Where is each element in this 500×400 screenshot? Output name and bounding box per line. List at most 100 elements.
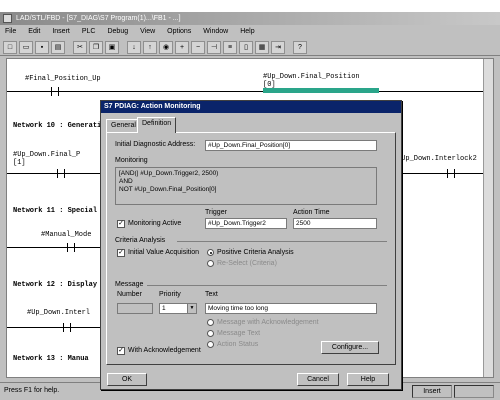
- monitoring-line-3: NOT #Up_Down.Final_Position[0]: [119, 186, 217, 193]
- option-message-ack-radio[interactable]: [207, 319, 214, 326]
- contact-label-final-position-up: #Final_Position_Up: [25, 75, 101, 83]
- action-time-label: Action Time: [293, 209, 330, 216]
- text-label: Text: [205, 291, 218, 298]
- download-icon[interactable]: ↓: [127, 40, 141, 54]
- monitor-icon[interactable]: ◉: [159, 40, 173, 54]
- option-message-ack-label: Message with Acknowledgement: [217, 319, 319, 326]
- menu-help[interactable]: Help: [240, 28, 254, 35]
- trigger-label: Trigger: [205, 209, 227, 216]
- status-mode: Insert: [412, 385, 452, 398]
- initial-value-checkbox[interactable]: ✓: [117, 249, 125, 257]
- contact-final-position-up[interactable]: [51, 87, 59, 96]
- positive-criteria-radio[interactable]: [207, 249, 214, 256]
- contact-n12[interactable]: [63, 323, 71, 332]
- initial-address-label: Initial Diagnostic Address:: [115, 141, 196, 148]
- menu-insert[interactable]: Insert: [52, 28, 70, 35]
- zoom-in-icon[interactable]: +: [175, 40, 189, 54]
- open-block-icon[interactable]: ⇥: [271, 40, 285, 54]
- with-acknowledgement-label: With Acknowledgement: [128, 347, 201, 354]
- initial-address-input[interactable]: #Up_Down.Final_Position[0]: [205, 140, 377, 151]
- menu-edit[interactable]: Edit: [28, 28, 40, 35]
- help-button[interactable]: Help: [347, 373, 389, 386]
- contact-index-n10: [1]: [13, 159, 26, 167]
- cancel-button[interactable]: Cancel: [297, 373, 339, 386]
- contact-label-interlock2: #Up_Down.Interlock2: [397, 155, 477, 163]
- network-10-title: Network 10 : Generation: [13, 122, 110, 130]
- menu-window[interactable]: Window: [203, 28, 228, 35]
- window-title: LAD/STL/FBD - [S7_DIAG\S7 Program(1)...\…: [16, 15, 181, 22]
- positive-criteria-label: Positive Criteria Analysis: [217, 249, 294, 256]
- new-icon[interactable]: □: [3, 40, 17, 54]
- menu-view[interactable]: View: [140, 28, 155, 35]
- trigger-input[interactable]: #Up_Down.Trigger2: [205, 218, 287, 229]
- option-message-text-label: Message Text: [217, 330, 261, 337]
- title-bar: LAD/STL/FBD - [S7_DIAG\S7 Program(1)...\…: [0, 12, 500, 25]
- copy-icon[interactable]: ❐: [89, 40, 103, 54]
- status-pane: [454, 385, 494, 398]
- cut-icon[interactable]: ✂: [73, 40, 87, 54]
- action-monitoring-dialog: S7 PDIAG: Action Monitoring General Defi…: [100, 100, 402, 390]
- negative-criteria-radio[interactable]: [207, 260, 214, 267]
- print-icon[interactable]: ▤: [51, 40, 65, 54]
- monitoring-line-2: AND: [119, 178, 133, 185]
- highlighted-contact-final-position[interactable]: [263, 88, 379, 93]
- criteria-divider: [177, 241, 387, 242]
- priority-label: Priority: [159, 291, 181, 298]
- message-divider: [147, 285, 387, 286]
- contact-label-manual-mode: #Manual_Mode: [41, 231, 92, 239]
- monitoring-label: Monitoring: [115, 157, 148, 164]
- contact-n10[interactable]: [57, 169, 65, 178]
- network-11-title: Network 11 : Special: [13, 207, 98, 215]
- zoom-out-icon[interactable]: −: [191, 40, 205, 54]
- monitoring-expression: [AND(| #Up_Down.Trigger2, 2500) AND NOT #U…: [115, 167, 377, 205]
- chevron-down-icon[interactable]: ▼: [187, 304, 196, 313]
- definition-panel: Initial Diagnostic Address: #Up_Down.Fin…: [106, 132, 396, 365]
- configure-button[interactable]: Configure...: [321, 341, 379, 354]
- network-13-title: Network 13 : Manua: [13, 355, 89, 363]
- status-help-text: Press F1 for help.: [4, 387, 60, 394]
- monitoring-active-label: Monitoring Active: [128, 220, 182, 227]
- upload-icon[interactable]: ↑: [143, 40, 157, 54]
- with-acknowledgement-checkbox[interactable]: ✓: [117, 347, 125, 355]
- ladder-icon[interactable]: ⊣: [207, 40, 221, 54]
- contact-label-n10: #Up_Down.Final_P: [13, 151, 81, 159]
- priority-select[interactable]: 1 ▼: [159, 303, 197, 314]
- option-action-status-label: Action Status: [217, 341, 259, 348]
- option-action-status-radio[interactable]: [207, 341, 214, 348]
- stl-icon[interactable]: ≡: [223, 40, 237, 54]
- menu-file[interactable]: File: [5, 28, 16, 35]
- network-12-title: Network 12 : Display: [13, 281, 98, 289]
- ok-button[interactable]: OK: [107, 373, 147, 386]
- fbd-icon[interactable]: ▯: [239, 40, 253, 54]
- tab-definition[interactable]: Definition: [137, 117, 177, 133]
- monitoring-line-1: [AND(| #Up_Down.Trigger2, 2500): [119, 170, 219, 177]
- context-help-icon[interactable]: ?: [293, 40, 307, 54]
- message-label: Message: [115, 281, 144, 288]
- number-label: Number: [117, 291, 142, 298]
- tab-general[interactable]: General: [106, 119, 141, 132]
- contact-manual-mode[interactable]: [67, 243, 75, 252]
- contact-label-n12: #Up_Down.Interl: [27, 309, 91, 317]
- toolbar: □ ▭ ▪ ▤ ✂ ❐ ▣ ↓ ↑ ◉ + − ⊣ ≡ ▯ ▦ ⇥ ?: [0, 39, 500, 56]
- menu-plc[interactable]: PLC: [82, 28, 96, 35]
- menu-bar: File Edit Insert PLC Debug View Options …: [0, 25, 500, 38]
- save-icon[interactable]: ▪: [35, 40, 49, 54]
- action-time-input[interactable]: 2500: [293, 218, 377, 229]
- criteria-analysis-label: Criteria Analysis: [115, 237, 166, 244]
- monitoring-active-checkbox[interactable]: ✓: [117, 220, 125, 228]
- initial-value-label: Initial Value Acquisition: [128, 249, 200, 256]
- priority-value: 1: [162, 305, 166, 312]
- message-text-input[interactable]: Moving time too long: [205, 303, 377, 314]
- open-icon[interactable]: ▭: [19, 40, 33, 54]
- menu-debug[interactable]: Debug: [107, 28, 128, 35]
- vertical-scrollbar[interactable]: [483, 59, 493, 377]
- paste-icon[interactable]: ▣: [105, 40, 119, 54]
- option-message-text-radio[interactable]: [207, 330, 214, 337]
- overview-icon[interactable]: ▦: [255, 40, 269, 54]
- dialog-title: S7 PDIAG: Action Monitoring: [101, 101, 401, 113]
- message-number-input: [117, 303, 153, 314]
- negative-criteria-label: Re-Select (Criteria): [217, 260, 277, 267]
- menu-options[interactable]: Options: [167, 28, 191, 35]
- app-icon: [3, 14, 12, 23]
- contact-interlock2[interactable]: [447, 169, 455, 178]
